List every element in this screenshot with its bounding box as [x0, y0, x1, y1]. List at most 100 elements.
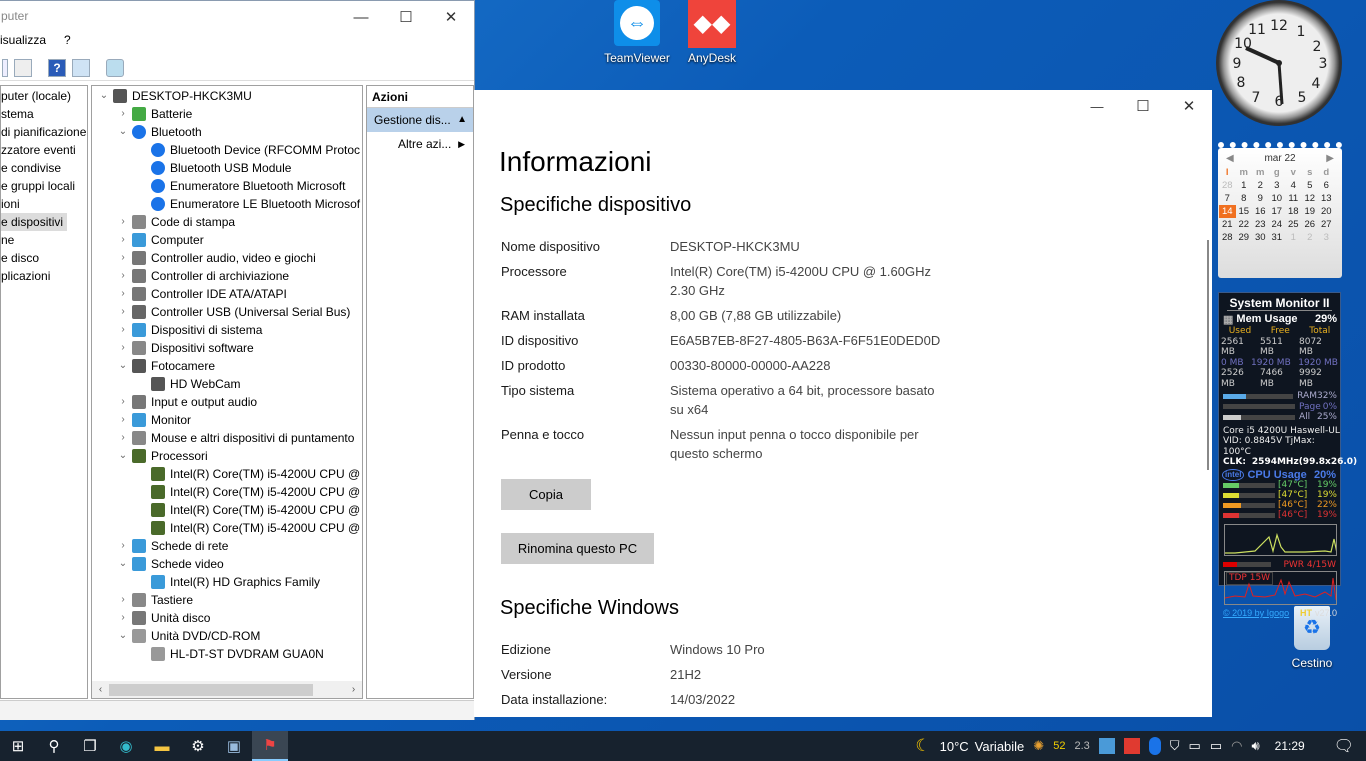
calendar-day[interactable]: 7	[1219, 192, 1236, 205]
desktop-icon-anydesk[interactable]: ◆◆ AnyDesk	[680, 0, 744, 65]
active-app-taskbar-icon[interactable]: ⚑	[252, 731, 288, 761]
console-tree-item[interactable]: e condivise	[1, 159, 65, 177]
device-tree-item[interactable]: › Dispositivi di sistema	[116, 321, 262, 339]
tray-app-icon[interactable]	[1098, 738, 1115, 754]
collapsed-chevron-icon[interactable]: ›	[116, 429, 130, 447]
console-tree-item[interactable]: puter (locale)	[1, 87, 75, 105]
calendar-day[interactable]: 2	[1302, 231, 1319, 244]
tray-net-speed[interactable]: 2.3	[1074, 740, 1089, 752]
edge-taskbar-icon[interactable]: ◉	[108, 731, 144, 761]
actions-section-device-manager[interactable]: Gestione dis... ▲	[367, 108, 473, 132]
calendar-day[interactable]: 11	[1285, 192, 1302, 205]
device-tree-item[interactable]: Intel(R) Core(TM) i5-4200U CPU @ 1	[135, 501, 362, 519]
device-tree-item[interactable]: › Dispositivi software	[116, 339, 254, 357]
calendar-day[interactable]: 9	[1252, 192, 1269, 205]
calendar-day[interactable]: 1	[1236, 179, 1253, 192]
search-button[interactable]: ⚲	[36, 731, 72, 761]
device-tree-item[interactable]: Intel(R) Core(TM) i5-4200U CPU @ 1	[135, 465, 362, 483]
collapsed-chevron-icon[interactable]: ›	[116, 393, 130, 411]
collapsed-chevron-icon[interactable]: ›	[116, 339, 130, 357]
menu-view[interactable]: isualizza	[0, 33, 46, 53]
credits-link[interactable]: © 2019 by Igogo	[1223, 608, 1289, 618]
anydesk-tray-icon[interactable]	[1123, 738, 1140, 754]
device-tree-item[interactable]: › Mouse e altri dispositivi di puntamento	[116, 429, 354, 447]
console-tree-item[interactable]: di pianificazione	[1, 123, 87, 141]
console-tree-item[interactable]: ioni	[1, 195, 24, 213]
calendar-day[interactable]: 22	[1236, 218, 1253, 231]
computer-management-taskbar-icon[interactable]: ▣	[216, 731, 252, 761]
collapsed-chevron-icon[interactable]: ›	[116, 537, 130, 555]
next-month-button[interactable]: ▶	[1326, 153, 1334, 164]
calendar-day[interactable]: 21	[1219, 218, 1236, 231]
device-tree-item[interactable]: ⌄ Bluetooth	[116, 123, 202, 141]
device-tree-item[interactable]: › Computer	[116, 231, 204, 249]
device-tree-item[interactable]: HD WebCam	[135, 375, 240, 393]
start-button[interactable]: ⊞	[0, 731, 36, 761]
monitor-icon[interactable]	[106, 58, 124, 77]
console-tree-item[interactable]: zzatore eventi	[1, 141, 80, 159]
action-more[interactable]: Altre azi... ▶	[367, 132, 473, 156]
tray-badge[interactable]: 52	[1053, 740, 1065, 752]
defender-tray-icon[interactable]: ⛉	[1170, 738, 1180, 754]
rename-pc-button[interactable]: Rinomina questo PC	[501, 533, 654, 564]
calendar-day[interactable]: 23	[1252, 218, 1269, 231]
action-pane-icon[interactable]	[72, 58, 90, 77]
expanded-chevron-icon[interactable]: ⌄	[116, 123, 130, 141]
device-tree-item[interactable]: Enumeratore LE Bluetooth Microsof	[135, 195, 360, 213]
collapsed-chevron-icon[interactable]: ›	[116, 285, 130, 303]
file-explorer-taskbar-icon[interactable]: ▬	[144, 731, 180, 761]
calendar-day[interactable]: 4	[1285, 179, 1302, 192]
device-tree-item[interactable]: Intel(R) HD Graphics Family	[135, 573, 320, 591]
console-tree-item[interactable]: e disco	[1, 249, 43, 267]
expanded-chevron-icon[interactable]: ⌄	[97, 87, 111, 105]
menu-help[interactable]: ?	[64, 33, 71, 53]
collapsed-chevron-icon[interactable]: ›	[116, 105, 130, 123]
console-tree-item[interactable]: ne	[1, 231, 18, 249]
calendar-day[interactable]: 3	[1269, 179, 1286, 192]
collapsed-chevron-icon[interactable]: ›	[116, 591, 130, 609]
calendar-day[interactable]: 10	[1269, 192, 1286, 205]
bluetooth-tray-icon[interactable]	[1148, 737, 1161, 755]
calendar-day[interactable]: 19	[1302, 205, 1319, 218]
device-tree-item[interactable]: › Code di stampa	[116, 213, 235, 231]
clock[interactable]: 21:29	[1275, 739, 1305, 753]
collapsed-chevron-icon[interactable]: ›	[116, 249, 130, 267]
console-tree-item[interactable]: stema	[1, 105, 38, 123]
notifications-icon[interactable]: 🗨︎	[1334, 736, 1354, 756]
desktop-icon-teamviewer[interactable]: ⇔ TeamViewer	[604, 0, 670, 65]
task-view-button[interactable]: ❐	[72, 731, 108, 761]
calendar-day[interactable]: 15	[1236, 205, 1253, 218]
device-tree-item[interactable]: › Controller di archiviazione	[116, 267, 289, 285]
expanded-chevron-icon[interactable]: ⌄	[116, 357, 130, 375]
camera-tray-icon[interactable]: ▭	[1189, 738, 1201, 754]
copy-button[interactable]: Copia	[501, 479, 591, 510]
minimize-button[interactable]: —	[1074, 90, 1120, 122]
calendar-day[interactable]: 31	[1269, 231, 1286, 244]
vertical-scrollbar[interactable]	[1207, 240, 1209, 470]
horizontal-scrollbar[interactable]: ‹ ›	[92, 681, 362, 698]
collapsed-chevron-icon[interactable]: ›	[116, 231, 130, 249]
calendar-day[interactable]: 28	[1219, 179, 1236, 192]
calendar-day[interactable]: 8	[1236, 192, 1253, 205]
volume-tray-icon[interactable]: 🔊︎	[1251, 738, 1259, 754]
device-tree-item[interactable]: Intel(R) Core(TM) i5-4200U CPU @ 1	[135, 519, 362, 537]
collapsed-chevron-icon[interactable]: ›	[116, 411, 130, 429]
back-icon[interactable]	[2, 58, 8, 77]
calendar-day[interactable]: 28	[1219, 231, 1236, 244]
collapsed-chevron-icon[interactable]: ›	[116, 321, 130, 339]
device-tree-item[interactable]: Bluetooth USB Module	[135, 159, 291, 177]
device-tree-item[interactable]: › Schede di rete	[116, 537, 228, 555]
calendar-day[interactable]: 25	[1285, 218, 1302, 231]
console-tree-item[interactable]: e gruppi locali	[1, 177, 79, 195]
weather-moon-icon[interactable]: ☾	[915, 736, 930, 756]
huawei-icon[interactable]: ✺	[1033, 738, 1044, 754]
help-icon[interactable]: ?	[48, 58, 66, 77]
prev-month-button[interactable]: ◀	[1226, 153, 1234, 164]
expanded-chevron-icon[interactable]: ⌄	[116, 447, 130, 465]
calendar-day[interactable]: 5	[1302, 179, 1319, 192]
device-tree-item[interactable]: Intel(R) Core(TM) i5-4200U CPU @ 1	[135, 483, 362, 501]
calendar-day[interactable]: 26	[1302, 218, 1319, 231]
device-tree-item[interactable]: ⌄ Fotocamere	[116, 357, 215, 375]
calendar-day[interactable]: 3	[1318, 231, 1335, 244]
collapsed-chevron-icon[interactable]: ›	[116, 303, 130, 321]
